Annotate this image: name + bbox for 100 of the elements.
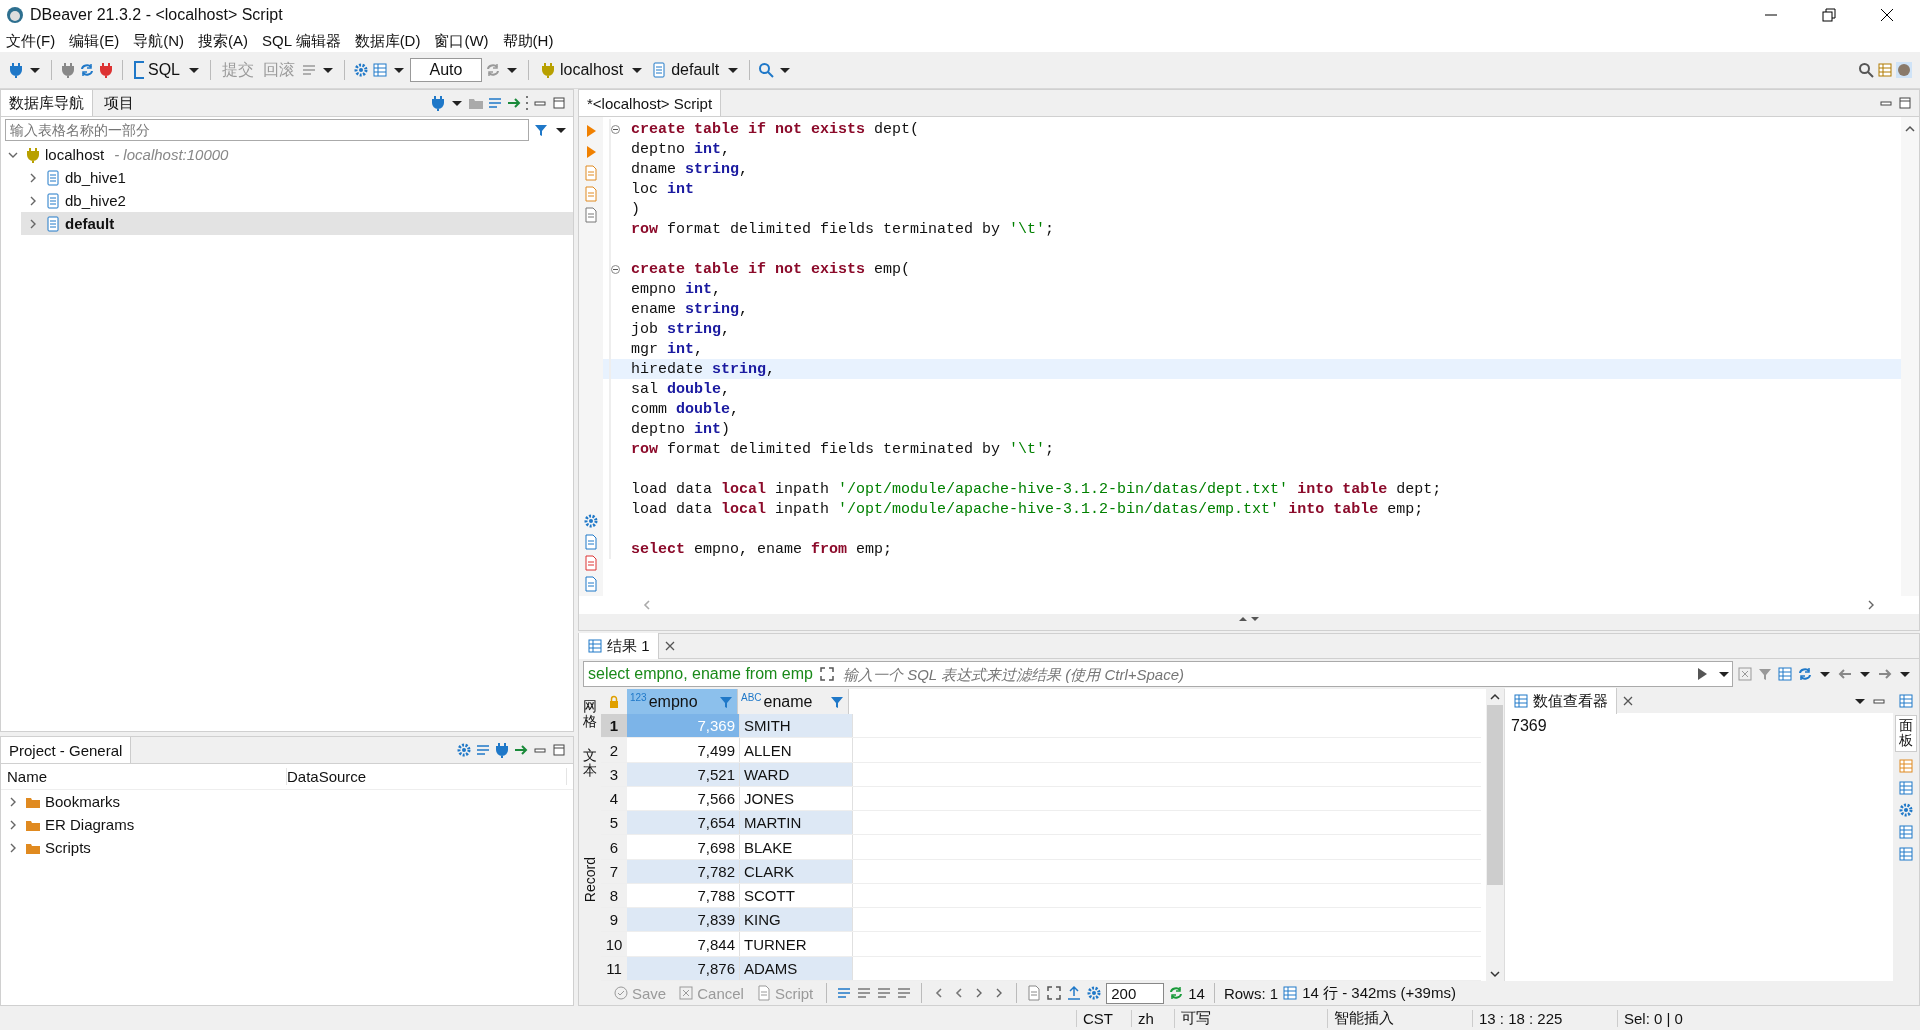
table-cell[interactable]: ALLEN — [740, 738, 853, 762]
row-number[interactable]: 5 — [601, 811, 627, 835]
row-number[interactable]: 9 — [601, 908, 627, 932]
table-cell[interactable]: 7,844 — [627, 932, 740, 956]
menu-item[interactable]: 文件(F) — [6, 31, 56, 51]
filter-bar[interactable]: select empno, ename from emp 输入一个 SQL 表达式来过滤结果 (使用 Ctrl+Space) — [583, 661, 1733, 687]
row-number[interactable]: 2 — [601, 738, 627, 762]
table-cell[interactable]: 7,782 — [627, 859, 740, 883]
table-cell[interactable]: SCOTT — [740, 883, 853, 908]
table-cell[interactable]: WARD — [740, 762, 853, 786]
table-cell[interactable]: SMITH — [740, 714, 853, 738]
menu-item[interactable]: 窗口(W) — [434, 31, 489, 51]
side-tab[interactable]: 面板 — [1895, 715, 1917, 752]
editor-tab[interactable]: *<localhost> Script — [579, 90, 722, 116]
upload-icon — [1066, 985, 1083, 1001]
menu-item[interactable]: 搜索(A) — [198, 31, 248, 51]
tree-item[interactable]: Scripts — [1, 836, 573, 859]
value-text: 7369 — [1510, 716, 1548, 736]
table-cell[interactable]: TURNER — [740, 932, 853, 956]
tree-item[interactable]: db_hive2 — [21, 189, 573, 212]
code-line: deptno int) — [631, 420, 731, 438]
menu-item[interactable]: 数据库(D) — [354, 31, 421, 51]
panel-tab[interactable]: 项目 — [96, 90, 142, 116]
table-cell[interactable]: 7,839 — [627, 908, 740, 932]
table-cell[interactable]: 7,876 — [627, 956, 740, 980]
settings-icon — [583, 513, 599, 529]
code-line: deptno int, — [631, 140, 731, 158]
filter-icon — [533, 122, 549, 138]
column-header[interactable]: DataSource — [287, 768, 567, 785]
connection-selector[interactable]: localhost — [537, 59, 627, 81]
row-count: 14 — [1188, 984, 1205, 1002]
schema-selector[interactable]: default — [648, 59, 723, 81]
type-label: 123 — [630, 692, 647, 703]
column-header[interactable]: Name — [7, 768, 287, 785]
code-line: hiredate string, — [631, 360, 776, 378]
tree-item[interactable]: default — [21, 212, 573, 235]
row-number[interactable]: 10 — [601, 932, 627, 956]
plug-icon — [60, 62, 76, 78]
close-icon[interactable] — [1880, 8, 1894, 22]
table-cell[interactable]: CLARK — [740, 859, 853, 883]
tree-item[interactable]: localhost - localhost:10000 — [1, 143, 573, 166]
results-tab[interactable]: 结果 1 — [579, 633, 659, 659]
code-line: job string, — [631, 320, 731, 338]
tree-item[interactable]: db_hive1 — [21, 166, 573, 189]
scrollbar-thumb[interactable] — [1487, 705, 1503, 885]
side-tab[interactable]: Record — [582, 856, 598, 902]
sql-editor-button[interactable]: SQL — [131, 59, 183, 81]
search-icon — [1858, 62, 1874, 78]
menu-item[interactable]: 导航(N) — [133, 31, 184, 51]
row-number[interactable]: 1 — [601, 714, 627, 738]
side-tab[interactable]: 文本 — [583, 747, 597, 779]
row-number[interactable]: 6 — [601, 835, 627, 859]
maximize-icon — [551, 95, 567, 111]
fold-icon[interactable] — [611, 124, 620, 134]
transaction-mode-field[interactable]: Auto — [410, 58, 482, 82]
row-number[interactable]: 8 — [601, 883, 627, 908]
code-line: create table if not exists emp( — [631, 260, 911, 278]
fold-icon[interactable] — [611, 264, 620, 274]
table-cell[interactable]: 7,566 — [627, 786, 740, 811]
splitter-arrows-icon[interactable] — [1237, 614, 1261, 624]
code-line: ename string, — [631, 300, 749, 318]
restore-icon[interactable] — [1822, 8, 1836, 22]
side-tab[interactable]: 网格 — [583, 699, 597, 730]
tree-item[interactable]: Bookmarks — [1, 790, 573, 813]
maximize-icon — [1897, 95, 1913, 111]
code-line: row format delimited fields terminated by '\t'; — [631, 220, 1055, 238]
table-cell[interactable]: ADAMS — [740, 956, 853, 980]
table-cell[interactable]: 7,788 — [627, 883, 740, 908]
menu-item[interactable]: 编辑(E) — [69, 31, 120, 51]
tree-item[interactable]: ER Diagrams — [1, 813, 573, 836]
row-number[interactable]: 7 — [601, 859, 627, 883]
scroll-down-icon[interactable] — [1489, 969, 1501, 979]
scroll-up-icon[interactable] — [1489, 691, 1501, 701]
rows-info: Rows: 1 — [1223, 984, 1279, 1002]
table-cell[interactable]: 7,698 — [627, 835, 740, 859]
code-line: comm double, — [631, 400, 740, 418]
table-cell[interactable]: BLAKE — [740, 835, 853, 859]
table-cell[interactable]: 7,654 — [627, 811, 740, 835]
menu-item[interactable]: SQL 编辑器 — [262, 31, 341, 51]
viewer-tab[interactable]: 数值查看器 — [1505, 688, 1617, 714]
table-cell[interactable]: JONES — [740, 786, 853, 811]
row-number[interactable]: 4 — [601, 786, 627, 811]
panel-tab[interactable]: 数据库导航 — [1, 90, 93, 116]
row-number[interactable]: 3 — [601, 762, 627, 786]
menu-item[interactable]: 帮助(H) — [502, 31, 554, 51]
reconnect-icon — [79, 62, 95, 78]
row-number[interactable]: 11 — [601, 956, 627, 980]
table-cell[interactable]: 7,499 — [627, 738, 740, 762]
type-label: ABC — [741, 692, 762, 703]
table-cell[interactable]: 7,521 — [627, 762, 740, 786]
panel-tab[interactable]: Project - General — [1, 737, 132, 763]
code-line: row format delimited fields terminated by '\t'; — [631, 440, 1055, 458]
table-cell[interactable]: KING — [740, 908, 853, 932]
search-field[interactable]: 输入表格名称的一部分 — [5, 119, 529, 141]
table-cell[interactable]: MARTIN — [740, 811, 853, 835]
settings-icon — [456, 742, 472, 758]
fetch-size-field[interactable]: 200 — [1106, 982, 1165, 1004]
new-connection-icon — [430, 95, 446, 111]
filter-icon — [1757, 666, 1773, 682]
plug-icon — [25, 146, 41, 163]
